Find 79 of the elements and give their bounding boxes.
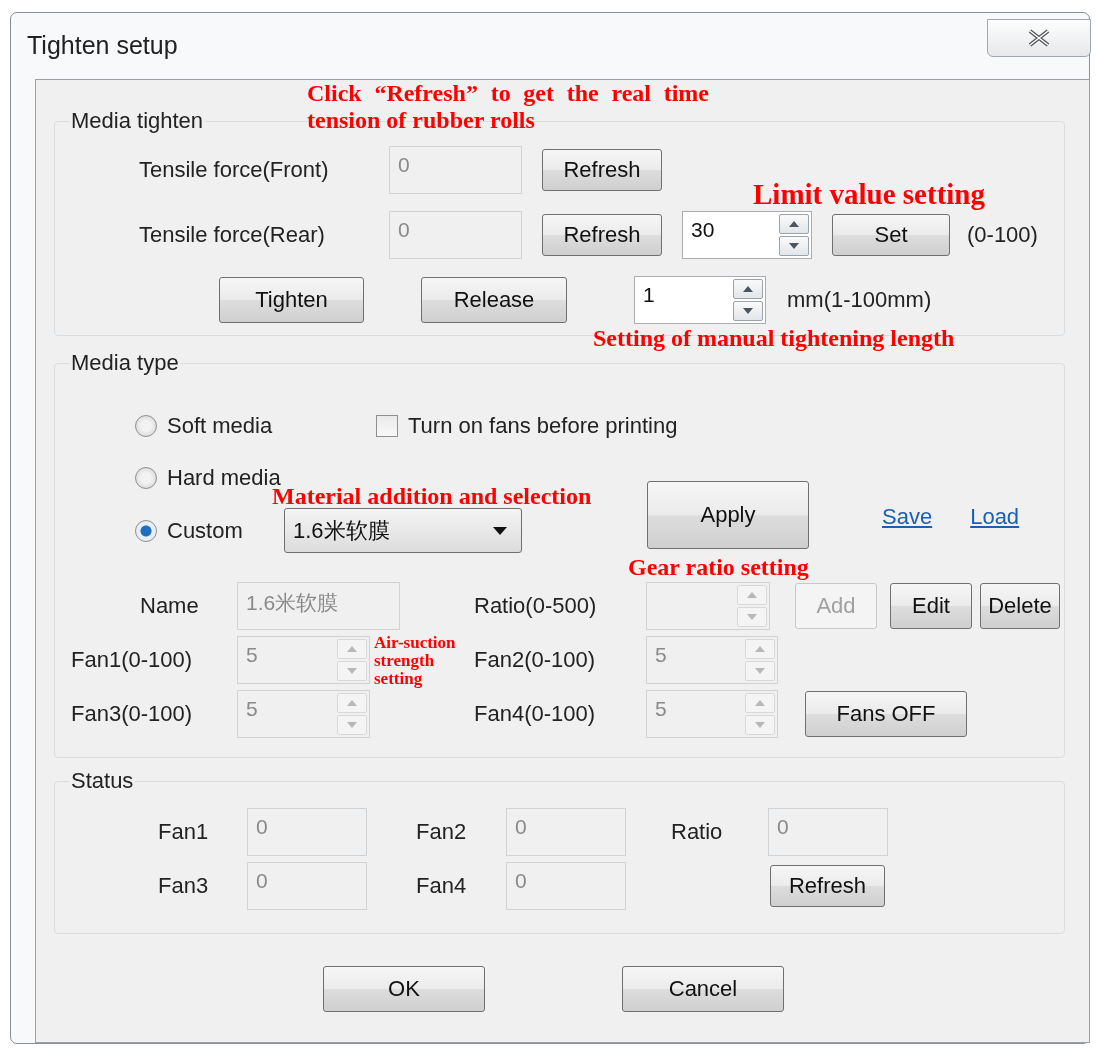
up-arrow-icon (747, 592, 757, 598)
up-arrow-icon (743, 286, 753, 292)
status-field: 0 (506, 862, 626, 910)
status-field: 0 (768, 808, 888, 856)
annotation-text: Limit value setting (753, 178, 986, 211)
up-arrow-icon (347, 646, 357, 652)
apply-button[interactable]: Apply (647, 481, 809, 549)
group-title: Status (70, 768, 135, 794)
field-label: Name (140, 593, 200, 619)
field-label: Fan1 (158, 819, 210, 845)
checkbox[interactable] (376, 415, 398, 437)
radio-button[interactable] (135, 415, 157, 437)
close-icon (1026, 29, 1052, 47)
link[interactable]: Save (882, 504, 933, 530)
value-field: 0 (389, 211, 522, 259)
down-arrow-icon (743, 308, 753, 314)
tighten-button[interactable]: Tighten (219, 277, 364, 323)
group-title: Media tighten (70, 108, 205, 134)
field-label: Ratio(0-500) (474, 593, 598, 619)
field-label: Ratio (671, 819, 724, 845)
spin-down-button[interactable] (779, 236, 809, 256)
range-label: (0-100) (967, 222, 1038, 248)
up-arrow-icon (755, 700, 765, 706)
up-arrow-icon (347, 700, 357, 706)
radio-option[interactable]: Soft media (135, 413, 376, 439)
radio-button[interactable] (135, 467, 157, 489)
field-label: Fan2(0-100) (474, 647, 597, 673)
spin-up-button[interactable] (779, 214, 809, 234)
close-button[interactable] (987, 19, 1091, 57)
up-arrow-icon (755, 646, 765, 652)
dropdown-value: 1.6米软膜 (293, 516, 390, 545)
field-label: Fan1(0-100) (71, 647, 194, 673)
down-arrow-icon (755, 668, 765, 674)
checkbox-option[interactable]: Turn on fans before printing (376, 413, 776, 439)
up-arrow-icon (789, 221, 799, 227)
status-field: 0 (506, 808, 626, 856)
unit-label: mm(1-100mm) (787, 287, 932, 313)
down-arrow-icon (347, 668, 357, 674)
radio-label: Hard media (167, 465, 281, 490)
annotation-text: Air-suction strength setting (374, 634, 457, 688)
field-label: Tensile force(Rear) (139, 222, 326, 248)
radio-label: Soft media (167, 413, 273, 439)
dropdown-caret-icon (493, 526, 507, 535)
spin-up-button[interactable] (733, 279, 763, 299)
annotation-text: Setting of manual tightening length (593, 325, 956, 352)
status-field: 0 (247, 808, 367, 856)
radio-button[interactable] (135, 520, 157, 542)
delete-button[interactable]: Delete (980, 583, 1060, 629)
refresh-button[interactable]: Refresh (770, 865, 885, 907)
material-dropdown[interactable]: 1.6米软膜 (284, 508, 522, 553)
field-label: Fan4 (416, 873, 468, 899)
field-label: Fan4(0-100) (474, 701, 597, 727)
down-arrow-icon (755, 722, 765, 728)
ok-button[interactable]: OK (323, 966, 485, 1012)
link[interactable]: Load (970, 504, 1020, 530)
down-arrow-icon (747, 614, 757, 620)
annotation-text: Click “Refresh” to get the real time tension of rubber rolls (307, 80, 709, 134)
group-title: Media type (70, 350, 180, 376)
value-field: 0 (389, 146, 522, 194)
cancel-button[interactable]: Cancel (622, 966, 784, 1012)
edit-button[interactable]: Edit (890, 583, 972, 629)
down-arrow-icon (347, 722, 357, 728)
field-label: Fan3(0-100) (71, 701, 194, 727)
radio-option[interactable]: Custom (135, 518, 284, 544)
annotation-text: Gear ratio setting (628, 554, 810, 581)
radio-label: Custom (167, 518, 243, 544)
down-arrow-icon (789, 243, 799, 249)
spin-field[interactable]: 30 (682, 211, 812, 259)
field-label: Fan3 (158, 873, 210, 899)
status-field: 0 (247, 862, 367, 910)
fans-off-button[interactable]: Fans OFF (805, 691, 967, 737)
field-label: Fan2 (416, 819, 468, 845)
checkbox-label: Turn on fans before printing (408, 413, 678, 439)
spin-field[interactable]: 1 (634, 276, 766, 324)
set-button[interactable]: Set (832, 214, 950, 256)
release-button[interactable]: Release (421, 277, 567, 323)
window-title: Tighten setup (27, 31, 178, 60)
spin-down-button[interactable] (733, 301, 763, 321)
field-label: Tensile force(Front) (139, 157, 330, 183)
